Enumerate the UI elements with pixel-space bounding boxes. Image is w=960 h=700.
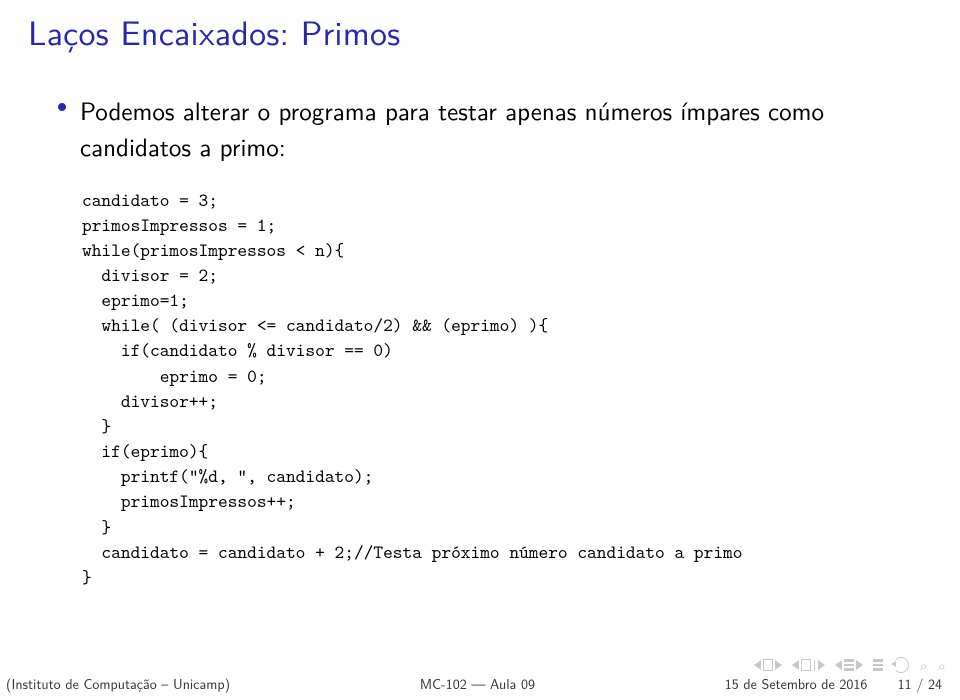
bars-icon: [873, 659, 883, 671]
bar-icon: [814, 660, 816, 671]
bullet-text: Podemos alterar o programa para testar a…: [80, 92, 932, 165]
search-icon[interactable]: ⌕: [919, 654, 927, 676]
nav-toolbar: ⌕ ⌕: [754, 654, 946, 676]
triangle-right-icon: [775, 660, 782, 670]
triangle-right-icon: [818, 660, 825, 670]
search-doc-icon[interactable]: ⌕: [938, 654, 946, 676]
footer-page: 11 / 24: [898, 674, 942, 694]
slide-title: Laços Encaixados: Primos: [28, 6, 932, 56]
footer: (Instituto de Computação – Unicamp) MC-1…: [0, 674, 960, 694]
footer-date: 15 de Setembro de 2016: [725, 674, 868, 694]
bullet-item: Podemos alterar o programa para testar a…: [58, 92, 932, 165]
triangle-left-icon: [792, 660, 799, 670]
triangle-left-icon: [754, 660, 761, 670]
footer-date-page: 15 de Setembro de 2016 11 / 24: [725, 674, 942, 694]
bars-icon: [844, 659, 854, 671]
page-icon: [763, 659, 773, 671]
undo-icon[interactable]: [893, 657, 909, 673]
footer-course: MC-102 — Aula 09: [230, 674, 725, 694]
page-icon: [801, 659, 811, 671]
footer-institute: (Instituto de Computação – Unicamp): [6, 674, 230, 694]
code-block: candidato = 3; primosImpressos = 1; whil…: [82, 187, 932, 590]
triangle-left-icon: [835, 660, 842, 670]
nav-prev-section[interactable]: [754, 659, 782, 671]
nav-prev-slide[interactable]: [792, 659, 826, 671]
nav-prev-frame[interactable]: [835, 659, 863, 671]
triangle-right-icon: [856, 660, 863, 670]
slide: Laços Encaixados: Primos Podemos alterar…: [0, 0, 960, 700]
bullet-icon: [58, 103, 66, 111]
